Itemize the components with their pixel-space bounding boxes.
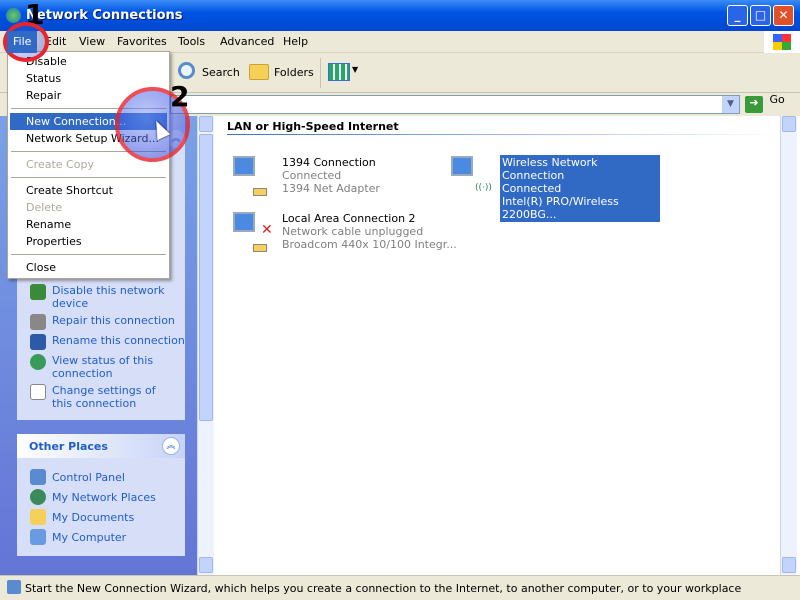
go-arrow-icon: ➜ xyxy=(745,96,763,113)
content-scrollbar[interactable] xyxy=(780,116,797,575)
status-bar: Start the New Connection Wizard, which h… xyxy=(0,575,800,600)
chevron-down-icon: ▼ xyxy=(352,65,359,74)
menu-bar: File Edit View Favorites Tools Advanced … xyxy=(0,31,800,53)
task-repair[interactable]: Repair this connection xyxy=(52,314,175,327)
menu-favorites[interactable]: Favorites xyxy=(117,35,167,48)
task-pane-scrollbar[interactable] xyxy=(197,116,214,575)
group-header: LAN or High-Speed Internet xyxy=(227,120,399,133)
status-globe-icon xyxy=(30,354,46,370)
menu-file[interactable]: File xyxy=(7,31,38,53)
task-view-status[interactable]: View status of this connection xyxy=(52,354,162,380)
menu-help[interactable]: Help xyxy=(283,35,308,48)
menu-item-rename[interactable]: Rename xyxy=(10,216,167,233)
task-disable-device[interactable]: Disable this network device xyxy=(52,284,172,310)
wrench-icon xyxy=(30,314,46,330)
red-x-icon: ✕ xyxy=(261,222,273,238)
rename-icon xyxy=(30,334,46,350)
link-my-documents[interactable]: My Documents xyxy=(52,511,134,524)
window-title: Network Connections xyxy=(26,8,183,23)
disconnected-computer-icon: ✕ xyxy=(229,210,273,254)
my-documents-icon xyxy=(30,509,46,525)
folder-icon xyxy=(249,64,269,80)
maximize-button[interactable]: □ xyxy=(750,5,771,26)
other-places-panel: Other Places ︽ Control Panel My Network … xyxy=(17,434,185,556)
control-panel-icon xyxy=(30,469,46,485)
folders-button[interactable]: Folders xyxy=(247,61,317,85)
views-icon xyxy=(328,63,350,81)
menu-item-create-shortcut[interactable]: Create Shortcut xyxy=(10,182,167,199)
wizard-icon xyxy=(7,580,21,594)
address-input[interactable]: ▼ xyxy=(170,95,740,114)
menu-item-close[interactable]: Close xyxy=(10,259,167,276)
views-button[interactable]: ▼ xyxy=(328,63,360,83)
file-menu: Disable Status Repair New Connection... … xyxy=(7,51,170,279)
menu-item-properties[interactable]: Properties xyxy=(10,233,167,250)
task-change-settings[interactable]: Change settings of this connection xyxy=(52,384,172,410)
windows-logo-icon xyxy=(764,31,800,53)
network-places-icon xyxy=(30,489,46,505)
network-icon xyxy=(6,8,21,23)
network-computer-icon xyxy=(229,154,273,198)
go-button[interactable]: ➜ Go xyxy=(745,93,785,114)
connections-view: LAN or High-Speed Internet 1394 Connecti… xyxy=(214,116,780,575)
menu-item-status[interactable]: Status xyxy=(10,70,167,87)
minimize-button[interactable]: _ xyxy=(727,5,748,26)
search-icon xyxy=(178,62,195,79)
address-dropdown-button[interactable]: ▼ xyxy=(722,96,739,113)
menu-advanced[interactable]: Advanced xyxy=(220,35,274,48)
other-places-title[interactable]: Other Places xyxy=(17,434,185,458)
step-number-2: 2 xyxy=(170,80,190,113)
link-my-computer[interactable]: My Computer xyxy=(52,531,126,544)
close-button[interactable]: ✕ xyxy=(773,5,794,26)
menu-view[interactable]: View xyxy=(79,35,105,48)
link-my-network-places[interactable]: My Network Places xyxy=(52,491,156,504)
menu-item-delete[interactable]: Delete xyxy=(10,199,167,216)
wireless-computer-icon: ((·)) xyxy=(447,154,492,198)
title-bar: Network Connections _ □ ✕ xyxy=(0,0,800,31)
settings-checklist-icon xyxy=(30,384,46,400)
task-rename[interactable]: Rename this connection xyxy=(52,334,185,347)
my-computer-icon xyxy=(30,529,46,545)
collapse-button[interactable]: ︽ xyxy=(162,437,180,455)
disable-network-icon xyxy=(30,284,46,300)
link-control-panel[interactable]: Control Panel xyxy=(52,471,125,484)
menu-tools[interactable]: Tools xyxy=(178,35,205,48)
